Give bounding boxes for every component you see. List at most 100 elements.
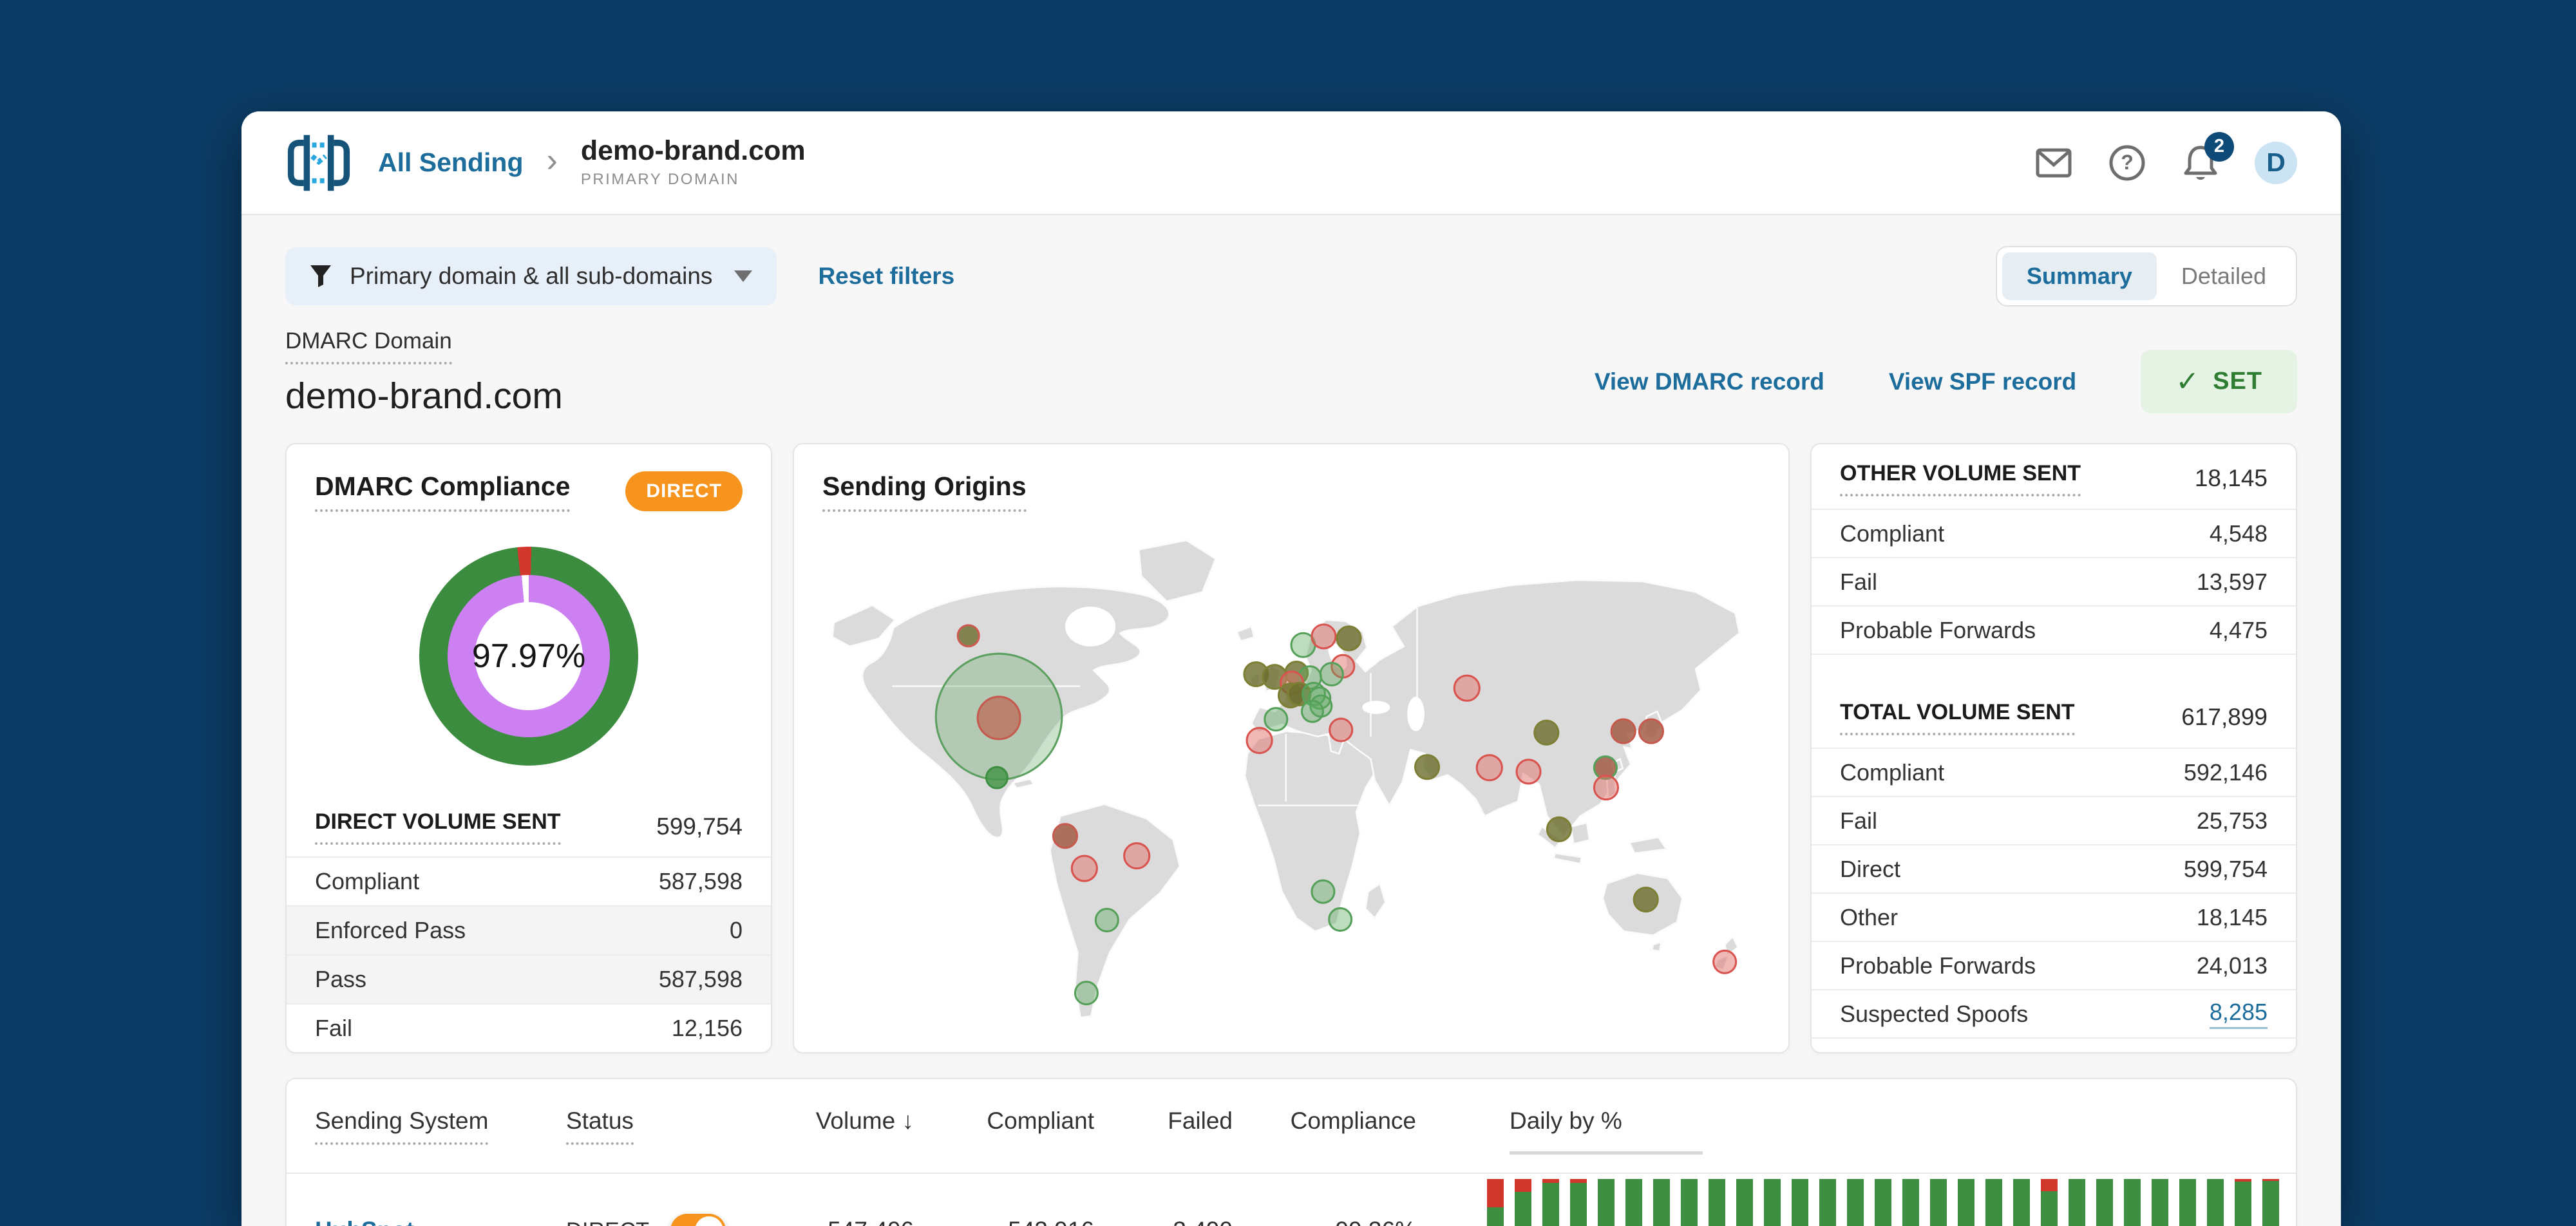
origin-dot[interactable] xyxy=(1610,718,1636,744)
col-volume[interactable]: Volume ↓ xyxy=(740,1108,914,1135)
col-sending-system[interactable]: Sending System xyxy=(315,1108,547,1145)
reset-filters-link[interactable]: Reset filters xyxy=(818,263,954,290)
origin-dot[interactable] xyxy=(1311,879,1336,904)
origin-dot[interactable] xyxy=(976,695,1021,740)
status-toggle[interactable] xyxy=(670,1214,726,1226)
compliance-value: 99.36% xyxy=(1233,1217,1417,1226)
origin-dot[interactable] xyxy=(1300,699,1324,723)
col-status[interactable]: Status xyxy=(547,1108,740,1145)
daily-bar[interactable] xyxy=(1875,1179,1891,1226)
daily-bar[interactable] xyxy=(1598,1179,1615,1226)
origin-dot[interactable] xyxy=(1070,854,1098,882)
daily-bar[interactable] xyxy=(1515,1179,1531,1226)
sending-systems-table-card: Sending System Status Volume ↓ Compliant… xyxy=(285,1078,2297,1226)
compliance-card-title: DMARC Compliance xyxy=(315,471,571,512)
volume-section: OTHER VOLUME SENT 18,145 Compliant 4,548 Fai… xyxy=(1812,444,2296,655)
daily-bar[interactable] xyxy=(1681,1179,1698,1226)
map-new-guinea xyxy=(1628,836,1668,854)
origin-dot[interactable] xyxy=(1475,754,1503,782)
origin-dot[interactable] xyxy=(1319,662,1344,687)
sending-origins-card: Sending Origins xyxy=(793,443,1790,1053)
breadcrumb-domain: demo-brand.com xyxy=(580,135,806,167)
compliance-table-rows: Compliant 587,598 Enforced Pass 0 Pass 587,59… xyxy=(287,856,771,1052)
daily-bar[interactable] xyxy=(1764,1179,1781,1226)
breadcrumb-all-sending[interactable]: All Sending xyxy=(378,147,524,178)
daily-bar[interactable] xyxy=(1625,1179,1642,1226)
origin-dot[interactable] xyxy=(1712,949,1738,974)
dmarc-set-badge: ✓ SET xyxy=(2141,350,2297,413)
origin-dot[interactable] xyxy=(1414,754,1441,780)
volume-row: Direct 599,754 xyxy=(1812,844,2296,892)
origin-dot[interactable] xyxy=(1329,717,1354,742)
daily-bar[interactable] xyxy=(2124,1179,2141,1226)
origin-dot[interactable] xyxy=(1336,625,1362,652)
volume-row: Probable Forwards 24,013 xyxy=(1812,941,2296,989)
origin-dot[interactable] xyxy=(1123,842,1151,870)
daily-bar[interactable] xyxy=(1487,1179,1504,1226)
daily-bar[interactable] xyxy=(1792,1179,1808,1226)
origin-dot[interactable] xyxy=(1052,823,1079,849)
daily-bar[interactable] xyxy=(1653,1179,1670,1226)
origin-dot[interactable] xyxy=(1638,718,1664,744)
origin-dot[interactable] xyxy=(1311,623,1337,650)
view-toggle: Summary Detailed xyxy=(1995,246,2297,306)
col-failed[interactable]: Failed xyxy=(1094,1108,1233,1135)
failed-value: 3,490 xyxy=(1094,1217,1233,1226)
origin-dot[interactable] xyxy=(1328,907,1353,932)
daily-bar[interactable] xyxy=(2069,1179,2085,1226)
map-africa xyxy=(1244,730,1379,932)
col-daily-by-pct[interactable]: Daily by % xyxy=(1416,1108,2268,1155)
daily-bar[interactable] xyxy=(2179,1179,2196,1226)
view-dmarc-record-link[interactable]: View DMARC record xyxy=(1595,368,1824,395)
compliance-row: Pass 587,598 xyxy=(287,954,771,1003)
world-map[interactable] xyxy=(794,519,1788,1052)
daily-bar[interactable] xyxy=(2096,1179,2113,1226)
daily-bar[interactable] xyxy=(2235,1179,2251,1226)
origin-dot[interactable] xyxy=(956,624,980,648)
origin-dot[interactable] xyxy=(1245,726,1273,755)
view-spf-record-link[interactable]: View SPF record xyxy=(1889,368,2076,395)
origin-dot[interactable] xyxy=(1515,759,1542,785)
origin-dot[interactable] xyxy=(1533,719,1560,746)
tab-detailed[interactable]: Detailed xyxy=(2157,252,2291,300)
map-hudson-bay xyxy=(1065,607,1116,646)
daily-bar[interactable] xyxy=(1847,1179,1864,1226)
origin-dot[interactable] xyxy=(1264,707,1289,732)
daily-bar[interactable] xyxy=(1819,1179,1836,1226)
daily-bar[interactable] xyxy=(1958,1179,1975,1226)
daily-bar[interactable] xyxy=(1736,1179,1753,1226)
domain-filter-dropdown[interactable]: Primary domain & all sub-domains xyxy=(285,247,777,305)
daily-bar[interactable] xyxy=(2013,1179,2030,1226)
daily-bar[interactable] xyxy=(1985,1179,2002,1226)
check-icon: ✓ xyxy=(2175,366,2201,397)
origin-dot[interactable] xyxy=(1074,981,1099,1006)
origin-dot[interactable] xyxy=(985,766,1009,789)
daily-bar[interactable] xyxy=(1570,1179,1587,1226)
daily-bar[interactable] xyxy=(1930,1179,1947,1226)
col-compliant[interactable]: Compliant xyxy=(914,1108,1094,1135)
help-icon[interactable]: ? xyxy=(2108,144,2146,182)
daily-bar[interactable] xyxy=(2041,1179,2058,1226)
volume-row[interactable]: Suspected Spoofs 8,285 xyxy=(1812,989,2296,1039)
daily-bar[interactable] xyxy=(2152,1179,2168,1226)
origin-dot[interactable] xyxy=(1546,816,1572,843)
tab-summary[interactable]: Summary xyxy=(2002,252,2157,300)
origin-dot[interactable] xyxy=(1633,886,1659,913)
mail-icon[interactable] xyxy=(2034,144,2073,182)
volume-row: Compliant 592,146 xyxy=(1812,748,2296,796)
origin-dot[interactable] xyxy=(1453,674,1481,702)
origin-dot[interactable] xyxy=(1593,775,1620,801)
origin-dot[interactable] xyxy=(1094,907,1119,932)
cards-row: DMARC Compliance DIRECT 97.97% DIRECT VO… xyxy=(242,417,2341,1053)
domain-section: DMARC Domain demo-brand.com View DMARC r… xyxy=(242,306,2341,417)
daily-bar[interactable] xyxy=(2207,1179,2224,1226)
origins-card-header: Sending Origins xyxy=(794,444,1788,512)
col-compliance[interactable]: Compliance xyxy=(1233,1108,1416,1135)
daily-bar[interactable] xyxy=(1709,1179,1725,1226)
daily-bar[interactable] xyxy=(1902,1179,1919,1226)
notifications-bell-icon[interactable]: 2 xyxy=(2181,131,2234,182)
daily-bar[interactable] xyxy=(2262,1179,2279,1226)
daily-bar[interactable] xyxy=(1542,1179,1559,1226)
sending-system-link[interactable]: HubSpot xyxy=(315,1217,414,1226)
avatar[interactable]: D xyxy=(2255,141,2297,184)
